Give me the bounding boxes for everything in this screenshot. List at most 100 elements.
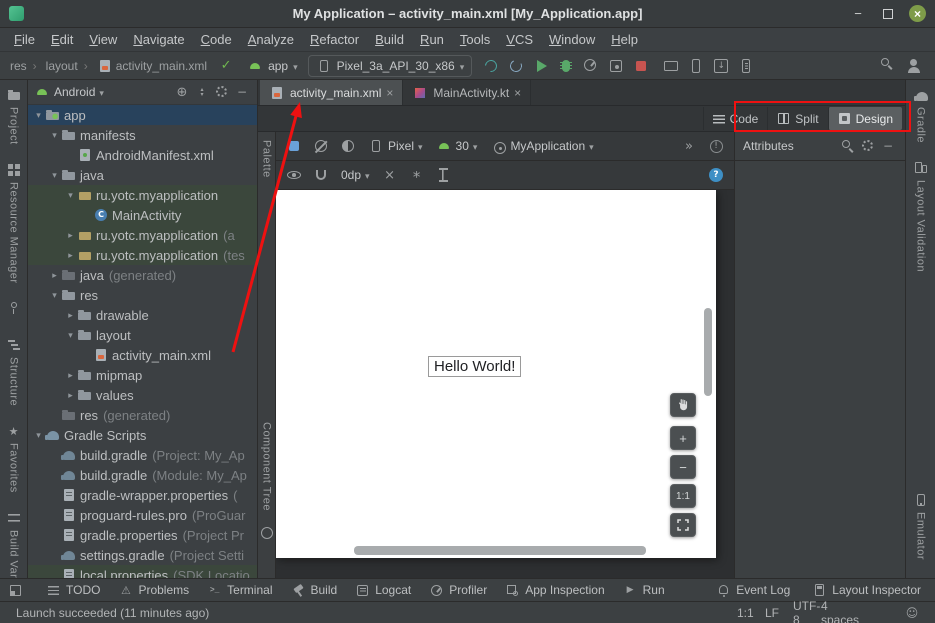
menu-item[interactable]: Navigate [125, 29, 192, 51]
tool-window-bar-item[interactable]: TODO [46, 583, 100, 598]
debug-icon[interactable] [555, 55, 577, 77]
tree-chevron-icon[interactable] [48, 130, 61, 141]
notifications-icon[interactable] [877, 606, 891, 620]
status-item[interactable]: 1:1 [737, 606, 751, 620]
tree-chevron-icon[interactable] [48, 290, 61, 301]
tree-row[interactable]: java [28, 165, 257, 185]
tool-window-button[interactable] [7, 301, 21, 320]
menu-item[interactable]: Run [412, 29, 452, 51]
tab-close-icon[interactable] [514, 86, 521, 100]
tree-row[interactable]: activity_main.xml [28, 345, 257, 365]
code-mode-button[interactable]: Code [703, 107, 768, 130]
tool-window-bar-item[interactable]: Layout Inspector [812, 583, 921, 598]
tree-row[interactable]: MainActivity [28, 205, 257, 225]
device-manager-icon[interactable] [660, 55, 682, 77]
vertical-scrollbar[interactable] [704, 308, 712, 396]
tree-row[interactable]: res [28, 285, 257, 305]
pan-hand-button[interactable] [670, 393, 696, 417]
split-mode-button[interactable]: Split [767, 107, 827, 130]
status-item[interactable]: LF [765, 606, 779, 620]
tree-row[interactable]: Gradle Scripts [28, 425, 257, 445]
settings-gear-icon[interactable] [859, 137, 877, 155]
default-margins-selector[interactable]: 0dp [338, 166, 373, 184]
tree-row[interactable]: ru.yotc.myapplication [28, 185, 257, 205]
device-selector[interactable]: Pixel_3a_API_30_x86 [308, 55, 473, 77]
breadcrumb-item[interactable]: activity_main.xml [78, 58, 207, 74]
sdk-manager-icon[interactable] [710, 55, 732, 77]
menu-item[interactable]: Edit [43, 29, 81, 51]
tree-row[interactable]: manifests [28, 125, 257, 145]
tool-window-button[interactable]: Resource Manager [7, 163, 21, 284]
tab-close-icon[interactable] [386, 86, 393, 100]
tool-window-bar-item[interactable]: App Inspection [505, 583, 604, 598]
gradle-sync-icon[interactable] [480, 55, 502, 77]
menu-item[interactable]: Window [541, 29, 603, 51]
editor-tab[interactable]: activity_main.xml [260, 80, 403, 105]
title-bar[interactable]: My Application – activity_main.xml [My_A… [0, 0, 935, 28]
menu-item[interactable]: VCS [498, 29, 541, 51]
close-button[interactable] [909, 5, 926, 22]
menu-item[interactable]: Tools [452, 29, 498, 51]
tree-row[interactable]: gradle-wrapper.properties ( [28, 485, 257, 505]
tool-window-button[interactable]: Project [7, 88, 21, 145]
status-item[interactable]: 4 spaces [821, 606, 835, 620]
tree-chevron-icon[interactable] [64, 330, 77, 341]
night-mode-icon[interactable] [338, 136, 358, 156]
tree-row[interactable]: app [28, 105, 257, 125]
run-icon[interactable] [530, 55, 552, 77]
tree-row[interactable]: ru.yotc.myapplication (a [28, 225, 257, 245]
orientation-icon[interactable] [311, 136, 331, 156]
tool-window-button[interactable]: Structure [7, 338, 21, 406]
menu-item[interactable]: File [6, 29, 43, 51]
project-view-selector[interactable]: Android [34, 84, 104, 100]
profile-avatar-icon[interactable] [903, 55, 925, 77]
settings-gear-icon[interactable] [213, 83, 231, 101]
vcs-check-icon[interactable] [215, 55, 237, 77]
tree-row[interactable]: ru.yotc.myapplication (tes [28, 245, 257, 265]
tree-chevron-icon[interactable] [64, 370, 77, 381]
avd-manager-icon[interactable] [685, 55, 707, 77]
zoom-fit-button[interactable] [670, 513, 696, 537]
tool-window-bar-item[interactable]: Profiler [429, 583, 487, 598]
overflow-icon[interactable] [679, 136, 699, 156]
clear-constraints-icon[interactable] [380, 165, 400, 185]
palette-tab[interactable]: Palette [261, 140, 273, 178]
tree-row[interactable]: gradle.properties (Project Pr [28, 525, 257, 545]
menu-item[interactable]: Help [603, 29, 646, 51]
tree-chevron-icon[interactable] [48, 170, 61, 181]
profiler-icon[interactable] [580, 55, 602, 77]
menu-item[interactable]: Code [193, 29, 240, 51]
minimize-button[interactable] [849, 5, 867, 23]
tree-chevron-icon[interactable] [64, 310, 77, 321]
tree-chevron-icon[interactable] [32, 430, 45, 441]
tool-window-button[interactable]: Gradle [914, 88, 928, 143]
tree-row[interactable]: mipmap [28, 365, 257, 385]
tool-window-button[interactable]: Layout Validation [914, 161, 928, 272]
locate-file-icon[interactable] [173, 83, 191, 101]
zoom-in-button[interactable]: + [670, 426, 696, 450]
stop-icon[interactable] [630, 55, 652, 77]
collapse-strip-icon[interactable] [261, 527, 273, 539]
search-icon[interactable] [839, 137, 857, 155]
breadcrumb-item[interactable]: layout [27, 59, 78, 73]
hide-panel-icon[interactable] [233, 83, 251, 101]
help-icon[interactable] [709, 168, 723, 182]
horizontal-scrollbar[interactable] [354, 546, 646, 555]
tool-window-bar-item[interactable]: Problems [118, 583, 189, 598]
zoom-reset-button[interactable]: 1:1 [670, 484, 696, 508]
pack-icon[interactable] [434, 165, 454, 185]
theme-selector[interactable]: MyApplication [487, 136, 596, 156]
tree-row[interactable]: values [28, 385, 257, 405]
reload-icon[interactable] [505, 55, 527, 77]
tree-row[interactable]: build.gradle (Project: My_Ap [28, 445, 257, 465]
tree-row[interactable]: build.gradle (Module: My_Ap [28, 465, 257, 485]
logcat-device-icon[interactable] [735, 55, 757, 77]
tool-window-bar-item[interactable]: Terminal [207, 583, 272, 598]
design-canvas[interactable]: Hello World! [276, 190, 716, 558]
tool-window-button[interactable]: Emulator [914, 493, 928, 560]
tool-window-bar-item[interactable]: Logcat [355, 583, 411, 598]
menu-item[interactable]: Build [367, 29, 412, 51]
tree-row[interactable]: proguard-rules.pro (ProGuar [28, 505, 257, 525]
tree-row[interactable]: drawable [28, 305, 257, 325]
tree-chevron-icon[interactable] [64, 190, 77, 201]
